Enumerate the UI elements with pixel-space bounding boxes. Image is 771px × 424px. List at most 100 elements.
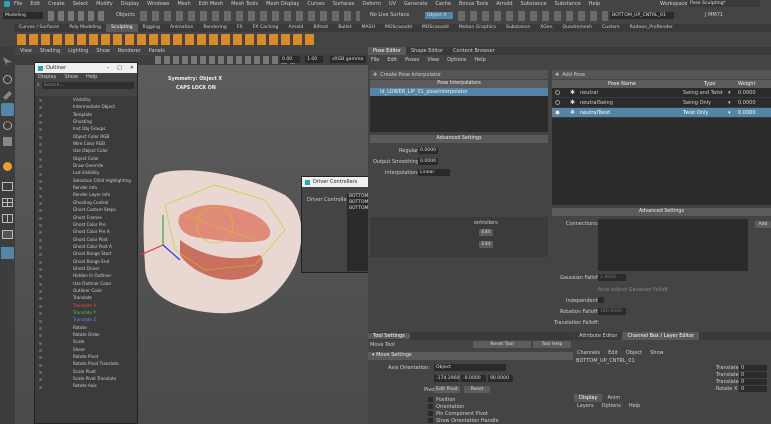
shelf-tab-13[interactable]: MOScasadd bbox=[417, 24, 454, 32]
shelf-tab-8[interactable]: Arnold bbox=[283, 24, 308, 32]
list-item[interactable]: Lod Visibility bbox=[35, 169, 137, 176]
row-expander-icon[interactable] bbox=[39, 223, 42, 227]
rotate-tool-icon[interactable] bbox=[3, 121, 12, 130]
move-settings-header[interactable]: ▾ Move Settings bbox=[368, 352, 573, 360]
list-item[interactable]: Object Color bbox=[35, 155, 137, 162]
list-item[interactable]: Rotate Pivot Translate bbox=[35, 360, 137, 367]
layout-two-icon[interactable] bbox=[2, 214, 13, 223]
interpolation-select[interactable]: Linear bbox=[418, 169, 450, 176]
outliner-menu-show[interactable]: Show bbox=[64, 74, 78, 80]
list-item[interactable]: Ghost Color Pre bbox=[35, 221, 137, 228]
pose-menu-view[interactable]: View bbox=[427, 57, 439, 63]
row-expander-icon[interactable] bbox=[39, 113, 42, 117]
list-item[interactable]: Object Color RGB bbox=[35, 133, 137, 140]
pose-name[interactable]: neutralSwing bbox=[580, 100, 613, 106]
menu-create[interactable]: Create bbox=[48, 1, 65, 7]
row-expander-icon[interactable] bbox=[39, 238, 42, 242]
layer-tab-display[interactable]: Display bbox=[574, 394, 603, 402]
shelf-tab-3[interactable]: Rigging bbox=[138, 24, 165, 32]
select-tool-icon[interactable] bbox=[3, 57, 12, 66]
row-expander-icon[interactable] bbox=[39, 370, 42, 374]
edit-pivot-button[interactable]: Edit Pivot bbox=[434, 386, 460, 393]
row-expander-icon[interactable] bbox=[39, 348, 42, 352]
list-item[interactable]: Ghost Color Pre A bbox=[35, 228, 137, 235]
reset-tool-button[interactable]: Reset Tool bbox=[473, 341, 531, 348]
menu-bonus-tools[interactable]: Bonus Tools bbox=[459, 1, 488, 7]
shelf-tab-19[interactable]: Radeon_ProRender bbox=[625, 24, 678, 32]
layout-four-icon[interactable] bbox=[2, 198, 13, 207]
tab-channel-box-layer-editor[interactable]: Channel Box / Layer Editor bbox=[622, 332, 700, 340]
layer-tab-anim[interactable]: Anim bbox=[602, 394, 625, 402]
row-expander-icon[interactable] bbox=[39, 282, 42, 286]
lasso-tool-icon[interactable] bbox=[3, 75, 12, 84]
channel-attr-value[interactable]: 0 bbox=[739, 364, 767, 371]
row-expander-icon[interactable] bbox=[39, 246, 42, 249]
add-pose-button[interactable]: ✚ Add Pose bbox=[552, 70, 771, 79]
channel-attr-value[interactable]: 0 bbox=[739, 378, 767, 385]
outliner-search[interactable]: Search... bbox=[41, 81, 134, 89]
list-item[interactable]: Template bbox=[35, 111, 137, 118]
smoothing-field[interactable]: 0.0000 bbox=[418, 158, 438, 165]
list-item[interactable]: Translate X bbox=[35, 302, 137, 309]
gamma-field[interactable]: 1.00 bbox=[305, 56, 323, 63]
layer-menu-layers[interactable]: Layers bbox=[577, 403, 594, 409]
independent-checkbox[interactable] bbox=[598, 297, 604, 303]
minimize-icon[interactable]: – bbox=[107, 65, 110, 71]
pose-weight[interactable]: 0.0000 bbox=[738, 100, 756, 106]
menu-uv[interactable]: UV bbox=[389, 1, 396, 7]
row-expander-icon[interactable] bbox=[39, 157, 42, 161]
menu-display[interactable]: Display bbox=[121, 1, 139, 7]
live-surface[interactable]: No Live Surface bbox=[370, 12, 409, 18]
row-expander-icon[interactable] bbox=[39, 194, 42, 198]
menu-cache[interactable]: Cache bbox=[435, 1, 451, 7]
edit-button-2[interactable]: Edit bbox=[479, 241, 493, 248]
pose-weight[interactable]: 0.0000 bbox=[738, 90, 756, 96]
pose-name[interactable]: neutral bbox=[580, 90, 598, 96]
list-item[interactable]: Ghost Frames bbox=[35, 214, 137, 221]
menu-help[interactable]: Help bbox=[589, 1, 600, 7]
menu-substance[interactable]: Substance bbox=[555, 1, 581, 7]
menu-mesh-tools[interactable]: Mesh Tools bbox=[231, 1, 258, 7]
chevron-down-icon[interactable]: ▾ bbox=[728, 100, 731, 106]
row-expander-icon[interactable] bbox=[39, 135, 42, 139]
shelf-tab-18[interactable]: Custom bbox=[597, 24, 625, 32]
tool-help-button[interactable]: Tool Help bbox=[533, 341, 571, 348]
menu-generate[interactable]: Generate bbox=[404, 1, 427, 7]
list-item[interactable]: Shear bbox=[35, 346, 137, 353]
row-expander-icon[interactable] bbox=[39, 304, 42, 308]
shelf-tab-16[interactable]: XGen bbox=[535, 24, 557, 32]
chevron-down-icon[interactable]: ▾ bbox=[728, 110, 731, 116]
list-item[interactable]: Inst Obj Groups bbox=[35, 125, 137, 132]
list-item[interactable]: Translate bbox=[35, 294, 137, 301]
tab-tool-settings[interactable]: Tool Settings bbox=[368, 333, 410, 339]
regularization-field[interactable]: 0.0000 bbox=[418, 147, 438, 154]
workspace-select[interactable]: Pose Sculpting* bbox=[688, 0, 760, 7]
shelf-tab-2[interactable]: Sculpting bbox=[106, 24, 138, 32]
checkbox[interactable] bbox=[428, 418, 433, 423]
node-field[interactable]: BOTTOM_UP_CNTRL_01 bbox=[610, 12, 674, 19]
connections-add-button[interactable]: Add bbox=[755, 221, 771, 228]
soft-mod-icon[interactable] bbox=[3, 162, 12, 171]
pivot-option[interactable]: Orientation bbox=[428, 403, 568, 410]
checkbox[interactable] bbox=[428, 397, 433, 402]
outliner-menu-display[interactable]: Display bbox=[38, 74, 56, 80]
menu-select[interactable]: Select bbox=[73, 1, 88, 7]
list-item[interactable]: Render Layer Info bbox=[35, 191, 137, 198]
row-expander-icon[interactable] bbox=[39, 363, 42, 367]
row-expander-icon[interactable] bbox=[39, 385, 42, 389]
pivot-option[interactable]: Pin Component Pivot bbox=[428, 410, 568, 417]
menu-edit-mesh[interactable]: Edit Mesh bbox=[199, 1, 223, 7]
shelf-tab-0[interactable]: Curves / Surfaces bbox=[14, 24, 64, 32]
pivot-option[interactable]: Show Orientation Handle bbox=[428, 417, 568, 424]
shelf-tab-10[interactable]: Bullet bbox=[333, 24, 356, 32]
list-item[interactable]: Draw Override bbox=[35, 162, 137, 169]
layout-single-icon[interactable] bbox=[2, 182, 13, 191]
axis-orientation-select[interactable]: Object bbox=[434, 364, 506, 371]
objects-select[interactable]: Objects bbox=[116, 12, 135, 18]
rotation-falloff-field[interactable]: 180.0000 bbox=[598, 308, 626, 315]
advanced-header-left[interactable]: Advanced Settings bbox=[370, 135, 548, 143]
shelf-tab-1[interactable]: Poly Modeling bbox=[64, 24, 106, 32]
menu-surfaces[interactable]: Surfaces bbox=[333, 1, 355, 7]
list-item[interactable]: Scale bbox=[35, 338, 137, 345]
list-item[interactable]: Ghosting bbox=[35, 118, 137, 125]
